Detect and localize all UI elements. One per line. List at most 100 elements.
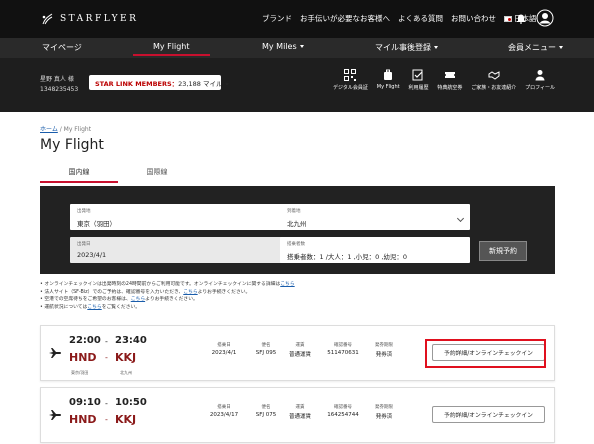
handshake-icon xyxy=(488,71,500,80)
booking-search-panel: 出発地 東京（羽田） 到着地 北九州 出発日 2023/4/1 搭乗者数 搭乗者… xyxy=(40,186,555,274)
flight-number: 便名 SFJ 075 xyxy=(251,404,281,418)
passengers-value: 搭乗者数：1 /大人：1 ,小児：0 ,幼児：0 xyxy=(287,253,408,261)
departure-code: HND xyxy=(69,413,97,426)
menu-label: 特典航空券 xyxy=(437,85,463,91)
ticketing-status: 発券期限 発券済 xyxy=(369,342,399,358)
time-separator: - xyxy=(105,399,108,408)
menu-award-ticket[interactable]: 特典航空券 xyxy=(437,69,462,91)
tier-label: STAR LINK MEMBERS： xyxy=(95,80,179,88)
note-link[interactable]: こちら xyxy=(87,305,101,310)
flight-number-value: SFJ 095 xyxy=(255,350,277,356)
date-field[interactable]: 出発日 2023/4/1 xyxy=(70,237,297,263)
caret-down-icon xyxy=(559,46,563,49)
nav-mypage[interactable]: マイページ xyxy=(42,42,82,53)
nav-mile-registration[interactable]: マイル事後登録 xyxy=(375,42,438,53)
member-bar: 星野 真人 様 1348235453 STAR LINK MEMBERS：23,… xyxy=(0,58,594,112)
confirmation-label: 確認番号 xyxy=(334,405,352,410)
menu-label: My Flight xyxy=(376,84,400,90)
code-separator: - xyxy=(105,415,108,424)
confirmation-number: 確認番号 511470631 xyxy=(321,342,365,356)
note-item: オンラインチェックインは出発時刻の24時間前からご利用可能です。オンラインチェッ… xyxy=(40,281,555,289)
qr-code-icon xyxy=(344,69,357,81)
nav-label: マイページ xyxy=(42,43,82,52)
confirmation-number: 確認番号 164254744 xyxy=(321,404,365,418)
departure-select[interactable]: 出発地 東京（羽田） xyxy=(70,204,297,230)
bell-icon[interactable] xyxy=(515,12,527,24)
ticketing-value: 発券済 xyxy=(375,352,393,358)
ticketing-status: 発券期限 発券済 xyxy=(369,404,399,420)
arrival-time: 23:40 xyxy=(115,335,147,346)
member-info: 星野 真人 様 1348235453 xyxy=(40,75,78,95)
passengers-field[interactable]: 搭乗者数 搭乗者数：1 /大人：1 ,小児：0 ,幼児：0 xyxy=(280,237,470,263)
caret-down-icon xyxy=(434,46,438,49)
reservation-checkin-button[interactable]: 予約詳細/オンラインチェックイン xyxy=(432,406,545,423)
checklist-icon xyxy=(412,69,423,81)
nav-mymiles[interactable]: My Miles xyxy=(262,42,304,51)
link-contact[interactable]: お問い合わせ xyxy=(451,13,496,24)
boarding-date-label: 搭乗日 xyxy=(217,405,231,410)
note-text-after: をご覧ください。 xyxy=(101,304,141,310)
flight-card: 09:10 - 10:50 HND - KKJ 搭乗日 2023/4/17 便名 S… xyxy=(40,387,555,443)
logo-mark-icon xyxy=(40,12,54,26)
caret-down-icon xyxy=(299,45,304,48)
flight-number-label: 便名 xyxy=(261,343,271,348)
swap-icon[interactable] xyxy=(265,210,276,223)
nav-label: 会員メニュー xyxy=(508,43,556,52)
menu-referral[interactable]: ご家族・お友達紹介 xyxy=(471,69,516,91)
route-tabs: 国内線 国際線 xyxy=(40,167,555,185)
note-item: 空港での空席待ちをご希望のお客様は、こちらよりお手続きください。 xyxy=(40,296,555,304)
fare-value: 普通運賃 xyxy=(288,352,311,358)
note-text-after: よりお手続きください。 xyxy=(145,297,198,302)
arrival-time: 10:50 xyxy=(115,397,147,408)
starflyer-logo[interactable]: STARFLYER xyxy=(40,12,138,26)
note-text: 運航状況については xyxy=(44,304,88,310)
user-icon[interactable] xyxy=(536,9,554,27)
member-status-dropdown[interactable]: STAR LINK MEMBERS：23,188 マイル xyxy=(89,75,230,90)
ticket-icon xyxy=(444,72,455,78)
tab-international[interactable]: 国際線 xyxy=(118,167,196,177)
arrival-code: KKJ xyxy=(115,413,137,426)
date-value: 2023/4/1 xyxy=(77,251,107,259)
note-link[interactable]: こちら xyxy=(280,282,294,287)
menu-label: 利用履歴 xyxy=(408,85,429,91)
departure-code: HND xyxy=(69,351,97,364)
new-booking-button[interactable]: 新規予約 xyxy=(479,241,527,261)
passengers-label: 搭乗者数 xyxy=(287,242,305,247)
flight-number: 便名 SFJ 095 xyxy=(251,342,281,356)
menu-label: ご家族・お友達紹介 xyxy=(471,85,517,91)
breadcrumb: ホーム / My Flight xyxy=(40,124,91,133)
menu-history[interactable]: 利用履歴 xyxy=(408,69,428,91)
note-item: 運航状況についてはこちらをご覧ください。 xyxy=(40,304,555,312)
link-brand[interactable]: ブランド xyxy=(262,13,292,24)
airplane-icon xyxy=(49,347,61,359)
arrival-select[interactable]: 到着地 北九州 xyxy=(280,204,470,230)
profile-icon xyxy=(535,70,545,81)
page-title: My Flight xyxy=(40,137,104,153)
menu-label: デジタル会員証 xyxy=(333,85,368,91)
caret-down-icon xyxy=(225,82,230,86)
menu-profile[interactable]: プロフィール xyxy=(525,69,555,91)
menu-label: プロフィール xyxy=(525,85,555,91)
departure-label: 出発地 xyxy=(77,209,91,214)
top-header: STARFLYER ブランド お手伝いが必要なお客様へ よくある質問 お問い合わ… xyxy=(0,0,594,38)
fare-value: 普通運賃 xyxy=(288,414,311,420)
japan-flag-icon xyxy=(504,16,512,22)
arrival-city: 北九州 xyxy=(120,370,132,375)
note-link[interactable]: こちら xyxy=(183,290,197,295)
menu-digital-card[interactable]: デジタル会員証 xyxy=(333,69,368,91)
menu-my-flight[interactable]: My Flight xyxy=(377,69,400,91)
breadcrumb-current: My Flight xyxy=(63,126,92,133)
tab-domestic[interactable]: 国内線 xyxy=(40,167,118,183)
note-item: 法人サイト（SF-Biz）でのご予約は、確認番号を入力いただき、こちらよりお手続… xyxy=(40,289,555,297)
boarding-date: 搭乗日 2023/4/17 xyxy=(204,404,244,418)
nav-member-menu[interactable]: 会員メニュー xyxy=(508,42,563,53)
nav-myflight[interactable]: My Flight xyxy=(133,42,209,56)
nav-label: My Flight xyxy=(153,42,190,51)
note-link[interactable]: こちら xyxy=(131,297,145,302)
link-assistance[interactable]: お手伝いが必要なお客様へ xyxy=(300,13,390,24)
link-faq[interactable]: よくある質問 xyxy=(398,13,443,24)
ticketing-label: 発券期限 xyxy=(375,343,393,348)
confirmation-label: 確認番号 xyxy=(334,343,352,348)
breadcrumb-home[interactable]: ホーム xyxy=(40,126,58,133)
nav-label: マイル事後登録 xyxy=(375,43,431,52)
